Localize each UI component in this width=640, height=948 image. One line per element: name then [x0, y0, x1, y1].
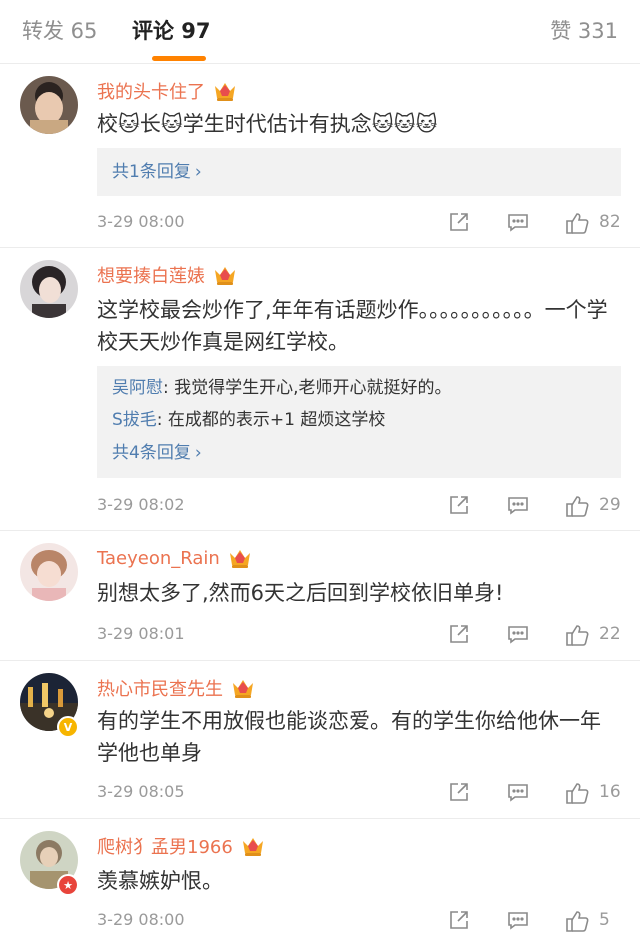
username-row: Taeyeon_Rain [97, 543, 252, 573]
username[interactable]: 热心市民查先生 [97, 675, 223, 701]
like-icon[interactable] [564, 780, 590, 806]
username-row: 热心市民查先生 [97, 673, 255, 703]
comment-item: 我的头卡住了 校🐱长🐱学生时代估计有执念🐱🐱🐱 共1条回复 › 3-29 08:0… [0, 64, 640, 248]
comment-time: 3-29 08:00 [97, 212, 185, 231]
comment-item: Taeyeon_Rain 别想太多了,然而6天之后回到学校依旧单身! 3-29 … [0, 531, 640, 661]
share-icon[interactable] [447, 780, 471, 804]
reply-item: S拔毛: 在成都的表示+1 超烦这学校 [112, 408, 385, 432]
comment-text: 别想太多了,然而6天之后回到学校依旧单身! [97, 581, 504, 605]
avatar[interactable] [20, 260, 78, 318]
comment-text: 校🐱长🐱学生时代估计有执念🐱🐱🐱 [97, 112, 438, 136]
crown-badge-icon [233, 680, 253, 698]
share-icon[interactable] [447, 622, 471, 646]
comment-icon[interactable] [506, 780, 530, 804]
like-count: 22 [599, 624, 621, 644]
username[interactable]: 想要揍白莲婊 [97, 262, 205, 288]
tab-comment[interactable]: 评论 97 [132, 16, 211, 46]
tab-repost[interactable]: 转发 65 [22, 16, 97, 46]
view-replies-link[interactable]: 共4条回复 › [112, 441, 202, 465]
like-icon[interactable] [564, 908, 590, 934]
reply-author[interactable]: 吴阿慰 [112, 378, 163, 398]
comment-item: ★ 爬树犭孟男1966 羡慕嫉妒恨。 3-29 08:00 5 [0, 819, 640, 948]
avatar[interactable] [20, 76, 78, 134]
comment-time: 3-29 08:01 [97, 624, 185, 643]
verified-badge-icon: V [57, 716, 79, 738]
reply-author[interactable]: S拔毛 [112, 410, 157, 430]
comment-meta: 3-29 08:00 82 [97, 208, 640, 238]
tab-like[interactable]: 赞 331 [550, 16, 618, 46]
username-row: 爬树犭孟男1966 [97, 831, 265, 861]
reply-item: 吴阿慰: 我觉得学生开心,老师开心就挺好的。 [112, 376, 452, 400]
comment-text: 这学校最会炒作了,年年有话题炒作。。。。。。。。。。。一个学校天天炒作真是网红学… [97, 298, 608, 354]
share-icon[interactable] [447, 908, 471, 932]
crown-badge-icon [215, 267, 235, 285]
like-icon[interactable] [564, 210, 590, 236]
share-icon[interactable] [447, 210, 471, 234]
reply-box[interactable]: 吴阿慰: 我觉得学生开心,老师开心就挺好的。 S拔毛: 在成都的表示+1 超烦这… [97, 366, 621, 478]
view-replies-label: 共1条回复 [112, 162, 191, 182]
like-count: 5 [599, 910, 610, 930]
comment-meta: 3-29 08:00 5 [97, 906, 640, 936]
comment-time: 3-29 08:00 [97, 910, 185, 929]
like-icon[interactable] [564, 622, 590, 648]
username[interactable]: Taeyeon_Rain [97, 548, 220, 569]
share-icon[interactable] [447, 493, 471, 517]
chevron-right-icon: › [194, 443, 202, 463]
comment-meta: 3-29 08:05 16 [97, 778, 640, 808]
comment-tabs: 转发 65 评论 97 赞 331 [0, 0, 640, 64]
avatar[interactable] [20, 543, 78, 601]
comment-item: 想要揍白莲婊 这学校最会炒作了,年年有话题炒作。。。。。。。。。。。一个学校天天… [0, 248, 640, 531]
username-row: 我的头卡住了 [97, 76, 237, 106]
username[interactable]: 爬树犭孟男1966 [97, 833, 233, 859]
username-row: 想要揍白莲婊 [97, 260, 237, 290]
crown-badge-icon [215, 83, 235, 101]
comment-icon[interactable] [506, 210, 530, 234]
reply-text: : 在成都的表示+1 超烦这学校 [156, 410, 386, 430]
comment-meta: 3-29 08:01 22 [97, 620, 640, 650]
crown-badge-icon [229, 550, 250, 568]
comment-time: 3-29 08:02 [97, 495, 185, 514]
view-replies-link[interactable]: 共1条回复 › [112, 160, 202, 184]
chevron-right-icon: › [194, 162, 202, 182]
crown-badge-icon [242, 838, 263, 856]
like-icon[interactable] [564, 493, 590, 519]
comment-icon[interactable] [506, 622, 530, 646]
like-count: 29 [599, 495, 621, 515]
comment-text: 羡慕嫉妒恨。 [97, 869, 223, 893]
username[interactable]: 我的头卡住了 [97, 78, 205, 104]
view-replies-label: 共4条回复 [112, 443, 191, 463]
verified-badge-icon: ★ [57, 874, 79, 896]
comment-icon[interactable] [506, 908, 530, 932]
comment-text: 有的学生不用放假也能谈恋爱。有的学生你给他休一年学他也单身 [97, 709, 601, 765]
reply-box[interactable]: 共1条回复 › [97, 148, 621, 196]
comment-item: V 热心市民查先生 有的学生不用放假也能谈恋爱。有的学生你给他休一年学他也单身 … [0, 661, 640, 819]
reply-text: : 我觉得学生开心,老师开心就挺好的。 [163, 378, 452, 398]
comment-meta: 3-29 08:02 29 [97, 491, 640, 521]
like-count: 16 [599, 782, 621, 802]
active-tab-indicator [152, 56, 206, 61]
comment-time: 3-29 08:05 [97, 782, 185, 801]
comment-icon[interactable] [506, 493, 530, 517]
like-count: 82 [599, 212, 621, 232]
